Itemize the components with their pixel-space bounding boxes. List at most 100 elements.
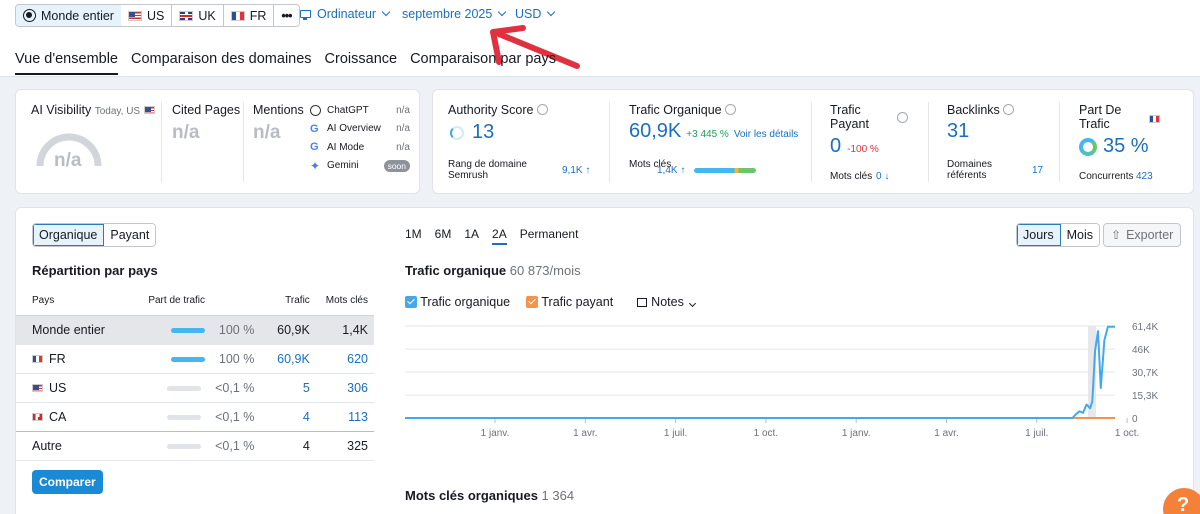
paid-traffic-value[interactable]: 0 [830, 135, 841, 158]
region-worldwide-label: Monde entier [41, 8, 114, 23]
platform-name: ChatGPT [327, 104, 369, 116]
period-2a[interactable]: 2A [492, 227, 507, 245]
share-value: <0,1 % [215, 438, 255, 453]
share-bar [167, 443, 202, 449]
country-name: Monde entier [32, 322, 105, 337]
region-selector: Monde entier US UK FR ••• [15, 4, 300, 27]
paid-keywords-label: Mots clés [830, 171, 873, 182]
export-button[interactable]: ⇧ Exporter [1103, 223, 1182, 247]
organic-keywords-value[interactable]: 1,4K ↑ [657, 165, 685, 176]
platform-row-chatgpt: ChatGPT n/a [310, 101, 410, 120]
currency-label: USD [515, 7, 542, 21]
x-tick-label: 1 janv. [481, 428, 510, 439]
legend-organic-label: Trafic organique [420, 295, 511, 309]
share-bar [170, 356, 205, 362]
more-regions-button[interactable]: ••• [274, 5, 299, 26]
chevron-down-icon [688, 299, 696, 308]
traffic-value[interactable]: 5 [266, 373, 310, 402]
date-dropdown[interactable]: septembre 2025 [402, 7, 507, 21]
us-flag-icon [127, 10, 142, 21]
currency-dropdown[interactable]: USD [515, 7, 556, 21]
date-label: septembre 2025 [402, 7, 493, 21]
organic-traffic-value[interactable]: 60,9K [629, 120, 681, 143]
paid-keywords-value[interactable]: 0 ↓ [876, 171, 889, 182]
backlinks-label-wrap: Backlinks [947, 103, 1015, 117]
domain-rank-value[interactable]: 9,1K ↑ [562, 165, 590, 176]
uk-flag-icon [179, 10, 194, 21]
col-traffic: Trafic [285, 294, 310, 306]
info-icon[interactable] [1003, 104, 1015, 115]
table-row[interactable]: US <0,1 % 5 306 [16, 373, 374, 402]
months-toggle[interactable]: Mois [1060, 224, 1099, 246]
info-icon[interactable] [897, 112, 908, 123]
see-details-link[interactable]: Voir les détails [734, 129, 798, 140]
organic-traffic-chart: 61,4K 46K 30,7K 15,3K 0 1 janv. 1 avr. 1 juil. 1… [405, 322, 1158, 439]
region-us-label: US [146, 8, 165, 23]
notes-dropdown[interactable]: Notes [637, 295, 696, 309]
region-us-button[interactable]: US [120, 5, 173, 26]
paid-traffic-label: Trafic Payant [830, 103, 869, 131]
platform-value: n/a [396, 123, 410, 135]
col-keywords: Mots clés [325, 294, 368, 306]
share-value: <0,1 % [215, 409, 255, 424]
organic-toggle[interactable]: Organique [33, 224, 105, 246]
keywords-value[interactable]: 620 [310, 344, 374, 373]
ca-flag-icon [32, 412, 43, 421]
granularity-toggle: Jours Mois [1016, 223, 1100, 247]
ai-platform-list: ChatGPT n/a G AI Overview n/a G AI Mode … [310, 101, 410, 175]
more-icon: ••• [281, 8, 292, 23]
traffic-value[interactable]: 60,9K [266, 344, 310, 373]
table-row[interactable]: FR 100 % 60,9K 620 [16, 344, 374, 373]
tab-domain-comparison[interactable]: Comparaison des domaines [131, 51, 312, 75]
region-worldwide-button[interactable]: Monde entier [15, 5, 122, 26]
tab-overview[interactable]: Vue d'ensemble [15, 51, 118, 75]
backlinks-value[interactable]: 31 [947, 120, 969, 143]
legend-organic[interactable]: Trafic organique [405, 295, 510, 309]
region-uk-button[interactable]: UK [172, 5, 224, 26]
region-fr-button[interactable]: FR [223, 5, 275, 26]
info-icon[interactable] [725, 104, 737, 115]
tab-country-comparison[interactable]: Comparaison par pays [410, 51, 556, 75]
traffic-value[interactable]: 4 [266, 402, 310, 431]
legend-paid[interactable]: Trafic payant [526, 295, 613, 309]
keywords-value[interactable]: 113 [310, 402, 374, 431]
keywords-value[interactable]: 306 [310, 373, 374, 402]
days-toggle[interactable]: Jours [1017, 224, 1061, 246]
note-icon [637, 298, 648, 307]
compare-button[interactable]: Comparer [32, 470, 103, 494]
organic-label-wrap: Trafic Organique [629, 103, 737, 117]
main-tabs: Vue d'ensemble Comparaison des domaines … [15, 51, 556, 75]
x-tick-label: 1 juil. [664, 428, 687, 439]
period-permanent[interactable]: Permanent [520, 227, 579, 245]
country-name: Autre [32, 438, 62, 453]
traffic-share-value[interactable]: 35 % [1103, 135, 1149, 158]
info-icon[interactable] [536, 104, 548, 115]
google-icon: G [310, 122, 319, 135]
tab-growth[interactable]: Croissance [325, 51, 398, 75]
paid-toggle[interactable]: Payant [104, 224, 156, 246]
table-row[interactable]: Autre <0,1 % 4 325 [16, 431, 374, 460]
competitors-value[interactable]: 423 [1136, 171, 1153, 182]
table-row[interactable]: Monde entier 100 % 60,9K 1,4K [16, 315, 374, 344]
chart-legend: Trafic organique Trafic payant Notes [405, 295, 696, 309]
fr-flag-icon [32, 354, 43, 363]
region-uk-label: UK [198, 8, 216, 23]
period-1a[interactable]: 1A [464, 227, 479, 245]
main-panel: Organique Payant Répartition par pays Pa… [15, 207, 1194, 514]
export-label: Exporter [1126, 228, 1174, 242]
table-row[interactable]: CA <0,1 % 4 113 [16, 402, 374, 431]
y-tick-label: 61,4K [1132, 322, 1158, 333]
authority-ring-icon [450, 125, 464, 140]
x-tick-label: 1 oct. [1115, 428, 1139, 439]
referring-domains-value[interactable]: 17 [1032, 165, 1043, 176]
organic-traffic-label: Trafic Organique [629, 103, 722, 117]
traffic-value: 4 [302, 438, 310, 453]
period-1m[interactable]: 1M [405, 227, 422, 245]
us-flag-icon [32, 383, 43, 392]
col-country: Pays [32, 294, 55, 306]
device-dropdown[interactable]: Ordinateur [300, 7, 391, 21]
period-6m[interactable]: 6M [435, 227, 452, 245]
mentions-value: n/a [253, 122, 281, 143]
authority-score[interactable]: 13 [450, 121, 494, 144]
traffic-value: 60,9K [277, 322, 310, 337]
